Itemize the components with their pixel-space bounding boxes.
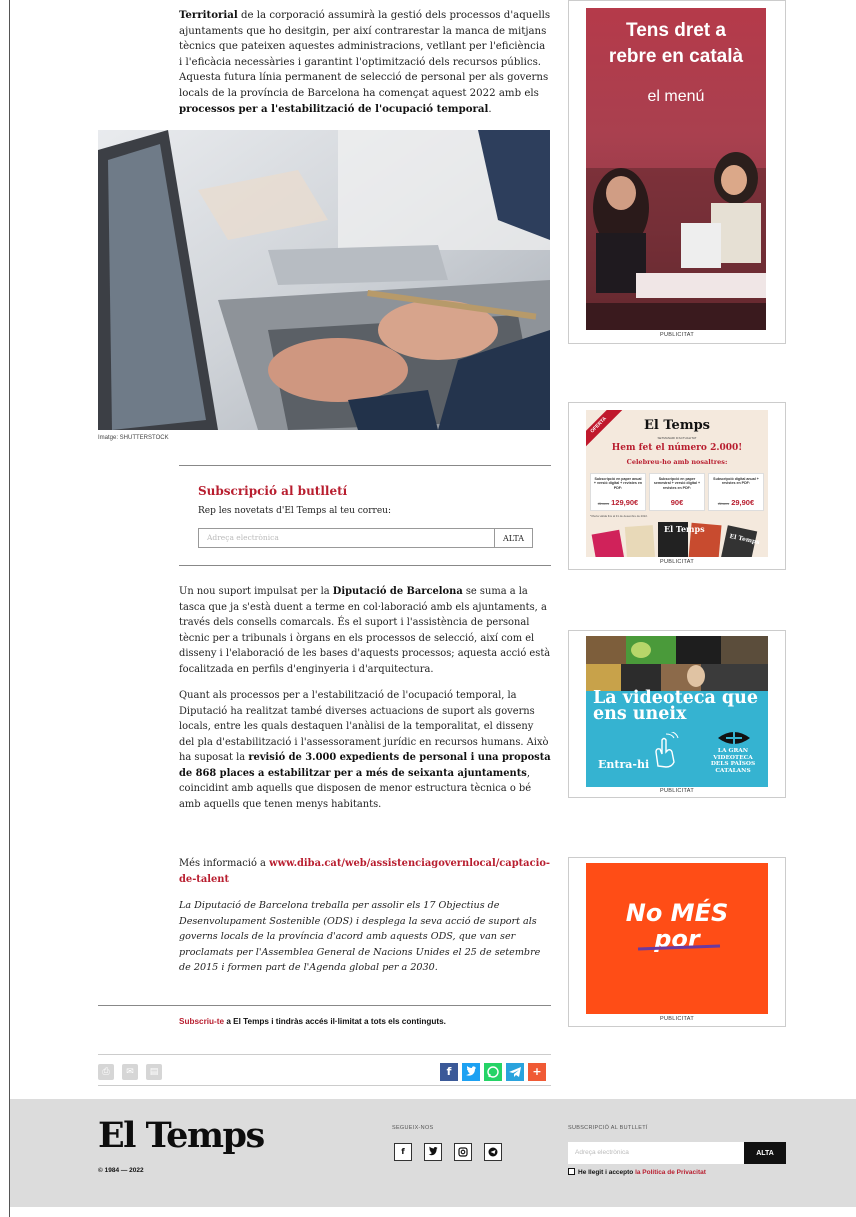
offer-box-1: Subscripció en paper anual + versió digi… bbox=[590, 473, 646, 511]
body-paragraph-2: Quant als processos per a l'estabilitzac… bbox=[179, 688, 551, 812]
svg-text:El Temps: El Temps bbox=[664, 524, 705, 534]
strike-line bbox=[637, 944, 721, 951]
ad2-tagline: SETMANARI D'ACTUALITAT bbox=[657, 436, 697, 440]
ad-label: PUBLICITAT bbox=[660, 1016, 694, 1022]
laptop-desk-photo bbox=[98, 130, 550, 430]
video-collage bbox=[586, 636, 768, 691]
privacy-policy-link[interactable]: la Política de Privacitat bbox=[635, 1169, 706, 1176]
ad4-line1: No MÉS bbox=[625, 899, 729, 927]
more-info-prefix: Més informació a bbox=[179, 858, 270, 869]
ad2-headline: Hem fet el número 2.000! bbox=[611, 443, 743, 453]
ad3-side-text: LA GRAN VIDEOTECA DELS PAÏSOS CATALANS bbox=[710, 748, 756, 774]
ad2-brand: El Temps bbox=[644, 418, 710, 433]
subscribe-cta-text: a El Temps i tindràs accés il·limitat a … bbox=[224, 1017, 446, 1026]
footer-submit-button[interactable]: ALTA bbox=[744, 1142, 786, 1164]
intro-bold-1: Territorial bbox=[179, 9, 238, 21]
eye-logo-icon bbox=[718, 730, 750, 746]
page-left-border bbox=[9, 0, 10, 1217]
newsletter-box: Subscripció al butlletí Rep les novetats… bbox=[179, 465, 551, 566]
sidebar-ad-3[interactable]: La videoteca que ens uneix Entra-hi LA G… bbox=[568, 630, 786, 798]
footer-twitter-icon[interactable] bbox=[424, 1143, 442, 1161]
ods-paragraph: La Diputació de Barcelona treballa per a… bbox=[179, 900, 541, 973]
footer-facebook-icon[interactable]: f bbox=[394, 1143, 412, 1161]
sidebar-ad-4[interactable]: No MÉS por PUBLICITAT bbox=[568, 857, 786, 1027]
newsletter-submit-button[interactable]: ALTA bbox=[494, 528, 533, 548]
ad-eltemps-2000-image[interactable]: OFERTA El Temps SETMANARI D'ACTUALITAT H… bbox=[586, 410, 768, 557]
p1-text-2: se suma a la tasca que ja s'està duent a… bbox=[179, 586, 551, 675]
more-share-icon[interactable]: + bbox=[528, 1063, 546, 1081]
offer-1-price: Abans 129,90€ bbox=[597, 498, 639, 507]
offer-1-text: Subscripció en paper anual + versió digi… bbox=[593, 477, 643, 490]
ad2-footnote: *Oferta vàlida fins al 31 de desembre de… bbox=[590, 514, 648, 518]
offer-3-price: Abans 29,90€ bbox=[717, 498, 755, 507]
image-credit: Imatge: SHUTTERSTOCK bbox=[98, 435, 169, 441]
pdf-icon[interactable]: ▤ bbox=[146, 1064, 162, 1080]
more-info-line: Més informació a www.diba.cat/web/assist… bbox=[179, 856, 551, 887]
intro-bold-2: processos per a l'estabilització de l'oc… bbox=[179, 102, 489, 115]
offer-2-price: 90€ bbox=[670, 498, 684, 507]
subscribe-divider bbox=[98, 1005, 551, 1006]
ad-label: PUBLICITAT bbox=[660, 788, 694, 794]
p1-bold: Diputació de Barcelona bbox=[332, 586, 463, 597]
sidebar-ad-1[interactable]: Tens dret a rebre en català el menú PUBLI… bbox=[568, 0, 786, 344]
mail-icon[interactable]: ✉ bbox=[122, 1064, 138, 1080]
twitter-icon[interactable] bbox=[462, 1063, 480, 1081]
footer-email-input[interactable]: Adreça electrònica bbox=[568, 1142, 744, 1164]
footer-telegram-icon[interactable] bbox=[484, 1143, 502, 1161]
article-intro-paragraph: Territorial de la corporació assumirà la… bbox=[179, 8, 551, 117]
ad-no-mes-por-image[interactable]: No MÉS por bbox=[586, 863, 768, 1014]
newsletter-email-input[interactable]: Adreça electrònica bbox=[198, 528, 495, 548]
footer-logo[interactable]: El Temps bbox=[98, 1115, 265, 1156]
newsletter-title: Subscripció al butlletí bbox=[198, 484, 348, 498]
ad3-headline: La videoteca que ens uneix bbox=[593, 688, 758, 724]
privacy-checkbox[interactable] bbox=[568, 1168, 575, 1175]
ad-videoteca-image[interactable]: La videoteca que ens uneix Entra-hi LA G… bbox=[586, 636, 768, 787]
ad-catala-image[interactable]: Tens dret a rebre en català el menú bbox=[586, 8, 766, 330]
p1-text-1: Un nou suport impulsat per la bbox=[179, 586, 333, 597]
ad-label: PUBLICITAT bbox=[660, 559, 694, 565]
whatsapp-icon[interactable] bbox=[484, 1063, 502, 1081]
body-paragraph-1: Un nou suport impulsat per la Diputació … bbox=[179, 584, 551, 677]
ad3-cta: Entra-hi bbox=[598, 758, 650, 771]
offer-2-text: Subscripció en paper semestral + versió … bbox=[653, 477, 701, 490]
article-hero-image bbox=[98, 130, 550, 430]
sidebar-ad-2[interactable]: OFERTA El Temps SETMANARI D'ACTUALITAT H… bbox=[568, 402, 786, 570]
magazine-covers: El Temps El Temps bbox=[591, 522, 761, 557]
site-footer: El Temps © 1984 — 2022 SEGUEIX-NOS f SUB… bbox=[10, 1099, 856, 1207]
ad-label: PUBLICITAT bbox=[660, 332, 694, 338]
offer-box-3: Subscripció digital anual + revistes en … bbox=[708, 473, 764, 511]
subscribe-link[interactable]: Subscriu-te bbox=[179, 1017, 224, 1026]
touch-hand-icon bbox=[655, 732, 679, 768]
facebook-icon[interactable]: f bbox=[440, 1063, 458, 1081]
offer-3-text: Subscripció digital anual + revistes en … bbox=[713, 477, 759, 486]
privacy-consent[interactable]: He llegit i accepto la Política de Priva… bbox=[568, 1168, 706, 1176]
intro-text-2: . bbox=[488, 103, 492, 115]
subscribe-cta: Subscriu-te a El Temps i tindràs accés i… bbox=[179, 1017, 446, 1026]
footer-copyright: © 1984 — 2022 bbox=[98, 1167, 144, 1174]
ad1-headline: Tens dret a rebre en català bbox=[608, 20, 744, 67]
telegram-icon[interactable] bbox=[506, 1063, 524, 1081]
article-tools-bar: ⎙ ✉ ▤ f + bbox=[98, 1054, 551, 1086]
footer-newsletter-label: SUBSCRIPCIÓ AL BUTLLETÍ bbox=[568, 1125, 648, 1131]
newsletter-subtitle: Rep les novetats d'El Temps al teu corre… bbox=[198, 506, 391, 516]
privacy-text: He llegit i accepto bbox=[578, 1169, 636, 1176]
print-icon[interactable]: ⎙ bbox=[98, 1064, 114, 1080]
article-body: Un nou suport impulsat per la Diputació … bbox=[179, 584, 551, 823]
follow-label: SEGUEIX-NOS bbox=[392, 1125, 434, 1131]
intro-text-1: de la corporació assumirà la gestió dels… bbox=[179, 10, 551, 99]
ad2-subheadline: Celebreu-ho amb nosaltres: bbox=[626, 458, 728, 466]
footer-instagram-icon[interactable] bbox=[454, 1143, 472, 1161]
ad1-subheadline: el menú bbox=[647, 88, 705, 105]
offer-box-2: Subscripció en paper semestral + versió … bbox=[649, 473, 705, 511]
